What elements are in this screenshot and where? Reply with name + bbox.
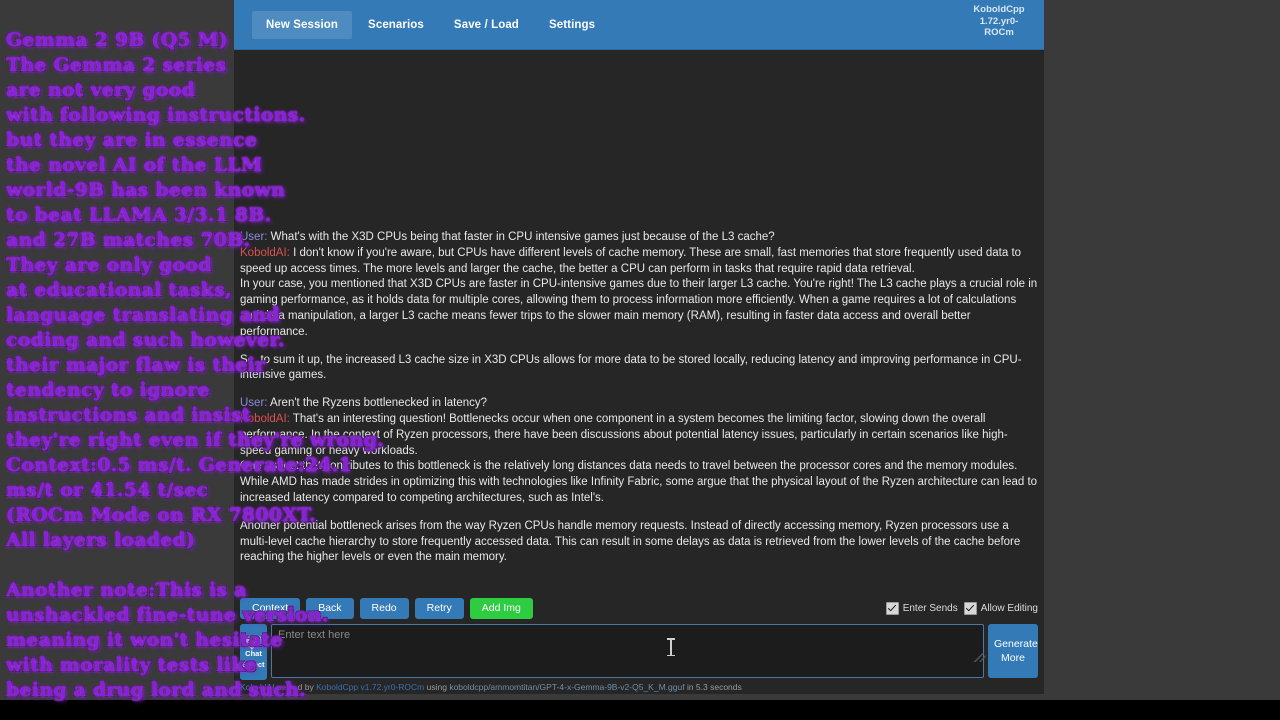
chat-select-button[interactable]: Chat Select (240, 624, 267, 680)
desktop-backdrop-bottom (0, 700, 1280, 720)
chat-message: KoboldAI: I don't know if you're aware, … (240, 246, 1038, 278)
chat-message: So, to sum it up, the increased L3 cache… (240, 353, 1038, 385)
status-bar: KoboldAI served by KoboldCpp v1.72.yr0-R… (234, 680, 1044, 694)
status-model: koboldcpp/ammomtitan/GPT-4-x-Gemma-9B-v2… (449, 682, 685, 692)
enter-sends-checkbox-wrap[interactable]: Enter Sends (885, 601, 958, 615)
status-served-by: served by (274, 682, 317, 692)
nav-button-new-session[interactable]: New Session (252, 10, 353, 39)
chat-message-text: I don't know if you're aware, but CPUs h… (240, 246, 1022, 275)
add-img-button[interactable]: Add Img (469, 597, 533, 619)
chat-message-text: Aren't the Ryzens bottlenecked in latenc… (267, 397, 488, 410)
allow-editing-label[interactable]: Allow Editing (981, 603, 1038, 614)
back-button[interactable]: Back (306, 597, 354, 619)
action-button-row: Context Back Redo Retry Add Img Enter Sends A… (234, 594, 1044, 622)
chat-message: One aspect that contributes to this bott… (240, 459, 1038, 506)
chat-message-text: One aspect that contributes to this bott… (240, 460, 1038, 504)
chat-select-label-1: Chat (245, 648, 262, 658)
version-badge: KoboldCpp 1.72.yr0- ROCm (962, 4, 1036, 39)
enter-sends-checkbox[interactable] (885, 601, 899, 615)
redo-button[interactable]: Redo (359, 597, 409, 619)
generate-label-2: More (1001, 652, 1025, 664)
nav-button-list: New Session Scenarios Save / Load Settings (252, 10, 611, 39)
status-suffix: in 5.3 seconds (684, 682, 742, 692)
allow-editing-checkbox-wrap[interactable]: Allow Editing (963, 601, 1038, 615)
generate-more-button[interactable]: Generate More (988, 624, 1038, 678)
version-line-2: 1.72.yr0- (979, 15, 1019, 27)
chat-bubble-icon (246, 635, 261, 650)
chat-speaker-ai: KoboldAI: (240, 246, 290, 259)
input-row: Chat Select Generate More (234, 622, 1044, 680)
chat-message: User: What's with the X3D CPUs being tha… (240, 230, 1038, 246)
chat-message-text: In your case, you mentioned that X3D CPU… (240, 278, 1038, 338)
chat-message: In your case, you mentioned that X3D CPU… (240, 277, 1038, 340)
chat-select-label-2: Select (242, 659, 265, 669)
retry-button[interactable]: Retry (414, 597, 464, 619)
enter-sends-label[interactable]: Enter Sends (903, 603, 958, 614)
chat-message: KoboldAI: That's an interesting question… (240, 412, 1038, 459)
nav-button-settings[interactable]: Settings (535, 11, 609, 39)
chat-message-text: That's an interesting question! Bottlene… (240, 412, 1008, 457)
version-line-3: ROCm (984, 27, 1014, 38)
action-buttons: Context Back Redo Retry Add Img (240, 597, 539, 619)
status-prefix: KoboldAI (240, 682, 275, 692)
option-checkbox-group: Enter Sends Allow Editing (885, 601, 1038, 615)
chat-transcript: User: What's with the X3D CPUs being tha… (240, 230, 1038, 590)
chat-speaker-user: User: (240, 397, 268, 410)
nav-button-save-load[interactable]: Save / Load (440, 11, 533, 39)
koboldcpp-app-window: New Session Scenarios Save / Load Settings … (234, 0, 1044, 694)
generate-label-1: Generate (994, 638, 1038, 650)
chat-message: Another potential bottleneck arises from… (240, 519, 1038, 566)
chat-message: User: Aren't the Ryzens bottlenecked in … (240, 396, 1038, 412)
screen: New Session Scenarios Save / Load Settings … (0, 0, 1280, 720)
chat-speaker-user: User: (240, 231, 268, 243)
allow-editing-checkbox[interactable] (963, 601, 977, 615)
chat-message-text: So, to sum it up, the increased L3 cache… (240, 353, 1022, 382)
top-navigation-bar: New Session Scenarios Save / Load Settings … (234, 0, 1044, 50)
chat-speaker-ai: KoboldAI: (240, 412, 290, 425)
version-line-1: KoboldCpp (973, 4, 1025, 15)
context-button[interactable]: Context (240, 597, 301, 619)
chat-scroll-area[interactable]: User: What's with the X3D CPUs being tha… (234, 50, 1044, 594)
status-using: using (424, 682, 450, 692)
nav-button-scenarios[interactable]: Scenarios (354, 11, 438, 39)
chat-message-text: What's with the X3D CPUs being that fast… (267, 231, 775, 243)
message-input[interactable] (271, 624, 984, 678)
chat-message-text: Another potential bottleneck arises from… (240, 519, 1021, 564)
status-engine: KoboldCpp v1.72.yr0-ROCm (316, 682, 425, 692)
